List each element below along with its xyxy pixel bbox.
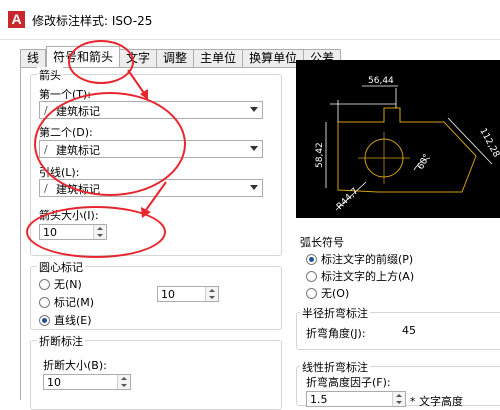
annotation-arrows — [127, 69, 167, 218]
spin-down-icon[interactable] — [396, 401, 402, 404]
